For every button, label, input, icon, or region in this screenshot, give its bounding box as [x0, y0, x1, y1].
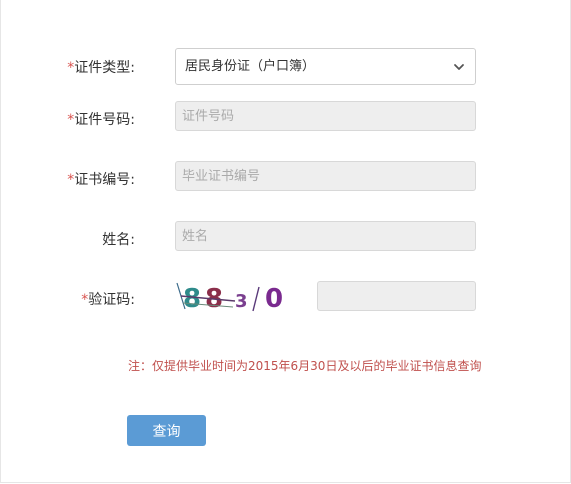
- captcha-image[interactable]: 8 8 3 0: [173, 277, 291, 315]
- svg-text:0: 0: [265, 284, 283, 314]
- svg-text:3: 3: [235, 291, 248, 312]
- name-label: 姓名:: [102, 232, 135, 248]
- cert-type-selected-value: 居民身份证（户口簿）: [185, 59, 316, 74]
- diploma-number-input[interactable]: [175, 161, 476, 191]
- captcha-label: *验证码:: [81, 292, 135, 308]
- query-button[interactable]: 查询: [127, 415, 206, 446]
- name-row: 姓名:: [1, 221, 571, 261]
- cert-type-select[interactable]: 居民身份证（户口簿）: [175, 48, 476, 85]
- cert-type-row: *证件类型: 居民身份证（户口簿）: [1, 48, 571, 88]
- svg-text:8: 8: [183, 284, 201, 314]
- name-input[interactable]: [175, 221, 476, 251]
- cert-number-label: *证件号码:: [67, 112, 135, 128]
- cert-type-label: *证件类型:: [67, 60, 135, 76]
- cert-number-row: *证件号码:: [1, 101, 571, 141]
- captcha-row: *验证码: 8 8 3 0: [1, 277, 571, 317]
- query-form-page: *证件类型: 居民身份证（户口簿） *证件号码: *证书编号: 姓名: *验证码…: [0, 0, 571, 483]
- captcha-input[interactable]: [317, 281, 476, 311]
- notice-text: 注：仅提供毕业时间为2015年6月30日及以后的毕业证书信息查询: [128, 359, 482, 373]
- diploma-number-label: *证书编号:: [67, 172, 135, 188]
- diploma-number-row: *证书编号:: [1, 161, 571, 201]
- chevron-down-icon: [454, 64, 464, 70]
- cert-number-input[interactable]: [175, 101, 476, 131]
